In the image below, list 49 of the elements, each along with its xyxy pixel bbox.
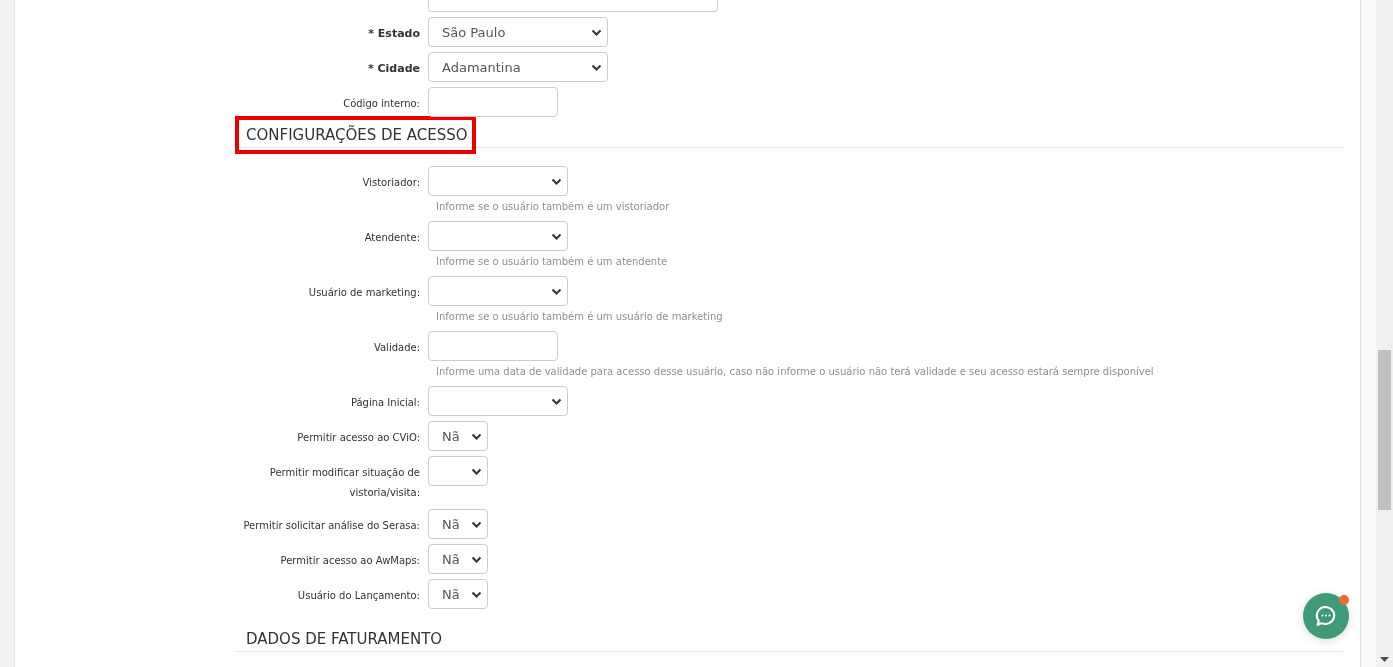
field-label: Vistoriador: (362, 177, 420, 188)
chevron-down-icon (551, 398, 562, 406)
text-field[interactable] (428, 331, 558, 361)
field-label: * Cidade (367, 62, 420, 75)
field-label: * Estado (368, 27, 420, 40)
chevron-down-icon (471, 591, 482, 599)
select-field[interactable]: Nã (428, 544, 488, 574)
field-label: Atendente: (364, 232, 420, 243)
chevron-down-icon (471, 556, 482, 564)
select-field[interactable] (428, 456, 488, 486)
select-field[interactable]: São Paulo (428, 17, 608, 47)
scrollbar[interactable] (1376, 0, 1393, 667)
chevron-down-icon (591, 64, 602, 72)
field-label: Permitir modificar situação de vistoria/visita: (269, 467, 420, 498)
select-field[interactable]: Adamantina (428, 52, 608, 82)
chevron-down-icon (591, 29, 602, 37)
scroll-down-arrow-icon[interactable] (1380, 657, 1389, 662)
select-field[interactable]: Nã (428, 509, 488, 539)
field-label: Permitir acesso ao AwMaps: (280, 555, 420, 566)
select-field[interactable] (428, 221, 568, 251)
section-heading: CONFIGURAÇÕES DE ACESSO (235, 116, 476, 154)
field-label: Permitir acesso ao CViO: (297, 432, 420, 443)
help-text: Informe se o usuário também é um vistoriador (436, 200, 670, 212)
select-field[interactable] (428, 386, 568, 416)
help-text: Informe se o usuário também é um atendente (436, 255, 668, 267)
select-field[interactable] (428, 276, 568, 306)
scrollbar-thumb[interactable] (1378, 350, 1391, 510)
select-field[interactable]: Nã (428, 421, 488, 451)
select-field[interactable] (428, 166, 568, 196)
chat-bubble-icon (1314, 604, 1338, 628)
chevron-down-icon (471, 433, 482, 441)
chevron-down-icon (551, 288, 562, 296)
chevron-down-icon (551, 178, 562, 186)
text-field[interactable] (428, 0, 718, 12)
select-field[interactable]: Nã (428, 579, 488, 609)
field-label: Validade: (373, 342, 420, 353)
section-heading: DADOS DE FATURAMENTO (245, 629, 444, 650)
chevron-down-icon (471, 521, 482, 529)
field-label: Permitir solicitar análise do Serasa: (243, 520, 420, 531)
chevron-down-icon (551, 233, 562, 241)
chevron-down-icon (471, 468, 482, 476)
field-label: Código interno: (343, 98, 420, 109)
text-field[interactable] (428, 87, 558, 117)
help-text: Informe uma data de validade para acesso desse usuário, caso não informe o usuário não terá validade e seu acesso estará sempre disponível (436, 365, 1154, 377)
help-text: Informe se o usuário também é um usuário de marketing (436, 310, 723, 322)
field-label: Usuário do Lançamento: (297, 590, 420, 601)
field-label: Página Inicial: (350, 397, 420, 408)
notification-dot (1339, 595, 1349, 605)
field-label: Usuário de marketing: (308, 287, 420, 298)
